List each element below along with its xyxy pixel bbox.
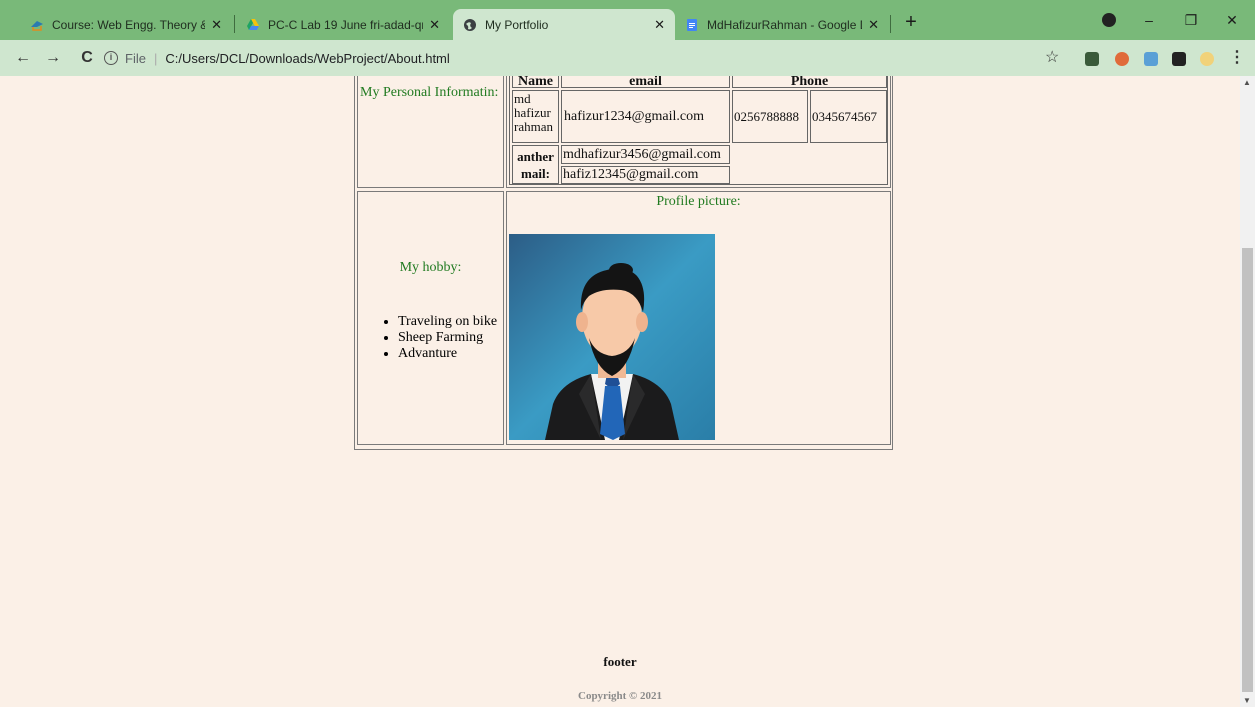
reload-button[interactable]: C <box>76 47 98 69</box>
profile-cell: Profile picture: <box>506 191 891 445</box>
url-scheme: File <box>125 50 146 66</box>
profile-label: Profile picture: <box>656 194 741 209</box>
profile-icon[interactable] <box>1102 13 1116 27</box>
vertical-scrollbar[interactable]: ▲ ▼ <box>1240 76 1255 707</box>
personal-info-label: My Personal Informatin: <box>360 85 499 100</box>
phone-value-1: 0256788888 <box>732 90 808 143</box>
forward-button[interactable]: → <box>42 47 64 69</box>
email-value: hafizur1234@gmail.com <box>561 90 730 143</box>
google-docs-icon <box>685 18 699 32</box>
list-item: Traveling on bike <box>398 314 497 330</box>
address-bar[interactable]: i File | C:/Users/DCL/Downloads/WebProje… <box>104 45 1104 71</box>
header-email: email <box>561 76 730 89</box>
tab-separator <box>234 15 235 33</box>
phone-value-2: 0345674567 <box>810 90 887 143</box>
scroll-up-arrow-icon[interactable]: ▲ <box>1243 78 1251 87</box>
chrome-menu-icon[interactable]: ⋮ <box>1226 47 1248 69</box>
url-divider: | <box>153 50 158 66</box>
footer-text: footer <box>603 654 637 669</box>
tab-title: MdHafizurRahman - Google Doc <box>707 17 862 32</box>
list-item: Sheep Farming <box>398 330 497 346</box>
globe-icon <box>463 18 477 32</box>
info-table-cell: Name email Phone md hafizur rahman hafiz… <box>506 76 891 188</box>
scroll-down-arrow-icon[interactable]: ▼ <box>1243 696 1251 705</box>
screenshot-extension-icon[interactable] <box>1085 52 1099 66</box>
tab-strip: Course: Web Engg. Theory & Lab ✕ PC-C La… <box>0 0 1255 40</box>
header-phone: Phone <box>732 76 887 89</box>
personal-info-cell: My Personal Informatin: <box>357 76 504 188</box>
tab-close-icon[interactable]: ✕ <box>654 17 665 33</box>
tab-course[interactable]: Course: Web Engg. Theory & Lab ✕ <box>20 9 232 40</box>
scrollbar-thumb[interactable] <box>1242 248 1253 692</box>
header-name: Name <box>512 76 559 89</box>
tab-close-icon[interactable]: ✕ <box>429 17 440 33</box>
hobby-list: Traveling on bike Sheep Farming Advantur… <box>382 314 497 362</box>
translate-extension-icon[interactable] <box>1144 52 1158 66</box>
tab-title: My Portfolio <box>485 17 549 32</box>
tab-close-icon[interactable]: ✕ <box>211 17 222 33</box>
url-text: C:/Users/DCL/Downloads/WebProject/About.… <box>165 50 450 66</box>
info-table: Name email Phone md hafizur rahman hafiz… <box>509 76 888 185</box>
bookmark-star-icon[interactable]: ☆ <box>1045 47 1059 67</box>
other-mail-label: anther mail: <box>512 145 559 184</box>
maximize-button[interactable]: ❐ <box>1168 6 1214 34</box>
tab-google-doc[interactable]: MdHafizurRahman - Google Doc ✕ <box>675 9 889 40</box>
tab-separator <box>890 15 891 33</box>
minimize-button[interactable]: – <box>1126 6 1172 34</box>
other-email-2: hafiz12345@gmail.com <box>561 166 730 184</box>
copyright-text: Copyright © 2021 <box>578 690 662 702</box>
new-tab-button[interactable]: + <box>897 9 925 37</box>
tab-close-icon[interactable]: ✕ <box>868 17 879 33</box>
list-item: Advanture <box>398 346 497 362</box>
close-window-button[interactable]: ✕ <box>1209 6 1255 34</box>
tab-title: PC-C Lab 19 June fri-adad-qmw <box>268 17 424 32</box>
hobby-cell: My hobby: Traveling on bike Sheep Farmin… <box>357 191 504 445</box>
browser-toolbar: ← → C i File | C:/Users/DCL/Downloads/We… <box>0 40 1255 76</box>
info-icon[interactable]: i <box>104 51 118 65</box>
puzzle-extensions-icon[interactable] <box>1172 52 1186 66</box>
portfolio-table: My Personal Informatin: Name email Phone… <box>354 76 893 450</box>
other-email-1: mdhafizur3456@gmail.com <box>561 145 730 164</box>
tab-my-portfolio[interactable]: My Portfolio ✕ <box>453 9 675 40</box>
tab-title: Course: Web Engg. Theory & Lab <box>52 17 205 32</box>
back-button[interactable]: ← <box>12 47 34 69</box>
profile-picture <box>509 234 715 440</box>
avatar[interactable] <box>1200 52 1214 66</box>
moodle-icon <box>30 18 44 32</box>
tab-pc-lab[interactable]: PC-C Lab 19 June fri-adad-qmw ✕ <box>236 9 450 40</box>
hobby-label: My hobby: <box>399 260 462 275</box>
name-value: md hafizur rahman <box>512 90 559 143</box>
google-drive-icon <box>246 18 260 32</box>
extension-icon[interactable] <box>1115 52 1129 66</box>
page-content: My Personal Informatin: Name email Phone… <box>0 76 1240 707</box>
